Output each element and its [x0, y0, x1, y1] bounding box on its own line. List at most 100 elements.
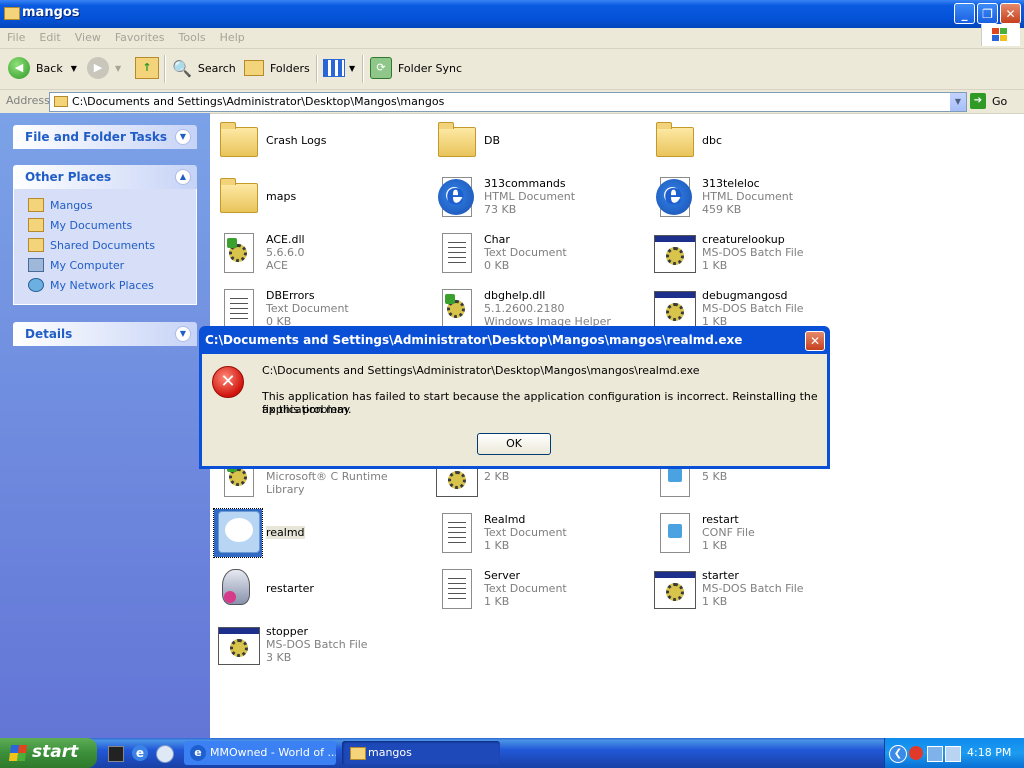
- place-my-network-places[interactable]: My Network Places: [28, 277, 154, 293]
- file-size: 1 KB: [702, 539, 728, 552]
- file-type: Text Document: [266, 302, 349, 315]
- file-item[interactable]: Realmd Text Document 1 KB: [432, 509, 642, 565]
- address-input[interactable]: C:\Documents and Settings\Administrator\…: [49, 92, 967, 112]
- go-button[interactable]: ➔ Go: [970, 92, 1020, 110]
- file-name: DB: [484, 134, 501, 147]
- file-item[interactable]: 313commandsHTML Document73 KB: [432, 173, 642, 229]
- file-and-folder-tasks-header[interactable]: File and Folder Tasks ▼: [13, 125, 197, 149]
- file-item[interactable]: starter MS-DOS Batch File 1 KB: [650, 565, 860, 621]
- file-item[interactable]: restarter: [214, 565, 424, 621]
- clock[interactable]: 4:18 PM: [967, 746, 1011, 759]
- ok-button[interactable]: OK: [477, 433, 551, 455]
- chevron-down-icon[interactable]: ▼: [175, 326, 191, 342]
- chevron-up-icon[interactable]: ▲: [175, 169, 191, 185]
- menu-view[interactable]: View: [68, 28, 108, 44]
- quick-launch-ie-icon[interactable]: e: [132, 745, 148, 761]
- file-type: CONF File: [702, 526, 755, 539]
- up-folder-button[interactable]: ↑: [135, 57, 159, 79]
- file-size: 2 KB: [484, 470, 510, 483]
- network-places-icon: [28, 278, 44, 292]
- place-mangos[interactable]: Mangos: [28, 197, 93, 213]
- quick-launch-media-icon[interactable]: [108, 746, 124, 762]
- views-button[interactable]: ▼: [323, 57, 355, 79]
- dialog-close-button[interactable]: ✕: [805, 331, 825, 351]
- file-type: Text Document: [484, 582, 567, 595]
- file-type: MS-DOS Batch File: [702, 302, 804, 315]
- menu-help[interactable]: Help: [213, 28, 252, 44]
- file-name: debugmangosd: [702, 289, 788, 302]
- realmd-app-icon: [213, 508, 263, 558]
- restore-button[interactable]: ❐: [977, 3, 998, 24]
- window-title-bar[interactable]: mangos _ ❐ ✕: [0, 0, 1024, 28]
- file-item[interactable]: 313telelocHTML Document459 KB: [650, 173, 860, 229]
- close-button[interactable]: ✕: [1000, 3, 1021, 24]
- views-icon: [323, 59, 345, 77]
- file-type: MS-DOS Batch File: [702, 246, 804, 259]
- conf-file-icon: [650, 509, 698, 557]
- windows-logo-icon: [981, 24, 1020, 46]
- file-name: stopper: [266, 625, 309, 638]
- place-shared-documents[interactable]: Shared Documents: [28, 237, 155, 253]
- file-item[interactable]: maps: [214, 173, 424, 229]
- dropdown-arrow-icon: ▼: [115, 63, 122, 73]
- file-name: dbc: [702, 134, 723, 147]
- dropdown-arrow-icon[interactable]: ▼: [71, 64, 77, 73]
- file-item[interactable]: DB: [432, 117, 642, 173]
- forward-button[interactable]: ▶ ▼: [87, 57, 121, 79]
- file-item[interactable]: realmd: [213, 508, 424, 565]
- taskbar-button-mmowned[interactable]: e MMOwned - World of ...: [184, 741, 336, 765]
- file-item[interactable]: ACE.dll 5.6.6.0 ACE: [214, 229, 424, 285]
- task-pane: File and Folder Tasks ▼ Other Places ▲ M…: [0, 113, 210, 738]
- chevron-down-icon[interactable]: ▼: [175, 129, 191, 145]
- menu-edit[interactable]: Edit: [32, 28, 67, 44]
- file-size: 459 KB: [702, 203, 742, 216]
- details-header[interactable]: Details ▼: [13, 322, 197, 346]
- window-title: mangos: [22, 5, 80, 20]
- address-dropdown-button[interactable]: ▼: [950, 93, 966, 111]
- file-type: 5.6.6.0: [266, 246, 305, 259]
- folders-icon: [244, 60, 264, 76]
- go-arrow-icon: ➔: [970, 93, 986, 109]
- file-item[interactable]: creaturelookup MS-DOS Batch File 1 KB: [650, 229, 860, 285]
- security-alert-icon[interactable]: [909, 746, 923, 760]
- minimize-button[interactable]: _: [954, 3, 975, 24]
- file-item[interactable]: dbc: [650, 117, 860, 173]
- place-my-documents[interactable]: My Documents: [28, 217, 132, 233]
- file-type: HTML Document: [484, 190, 576, 203]
- quick-launch-wmp-icon[interactable]: [156, 745, 174, 763]
- error-icon: ✕: [212, 366, 244, 398]
- folders-button[interactable]: Folders: [244, 57, 310, 79]
- ie-document-icon: [650, 173, 698, 221]
- file-item[interactable]: Char Text Document 0 KB: [432, 229, 642, 285]
- file-name: Crash Logs: [266, 134, 327, 147]
- other-places-header[interactable]: Other Places ▲: [13, 165, 197, 189]
- text-document-icon: [432, 509, 480, 557]
- file-item[interactable]: Server Text Document 1 KB: [432, 565, 642, 621]
- folder-sync-button[interactable]: ⟳ Folder Sync: [370, 57, 462, 79]
- file-size: 0 KB: [484, 259, 510, 272]
- folder-icon: [214, 173, 262, 221]
- menu-file[interactable]: File: [0, 28, 32, 44]
- file-size: 5 KB: [702, 470, 728, 483]
- file-type: MS-DOS Batch File: [266, 638, 368, 651]
- start-button[interactable]: start: [0, 738, 97, 768]
- file-item[interactable]: Crash Logs: [214, 117, 424, 173]
- place-my-computer[interactable]: My Computer: [28, 257, 124, 273]
- file-name: realmd: [266, 526, 305, 539]
- file-item[interactable]: restart CONF File 1 KB: [650, 509, 860, 565]
- menu-favorites[interactable]: Favorites: [108, 28, 172, 44]
- taskbar-button-mangos[interactable]: mangos: [342, 741, 500, 765]
- search-button[interactable]: 🔍 Search: [172, 57, 236, 79]
- menu-bar: File Edit View Favorites Tools Help: [0, 28, 1024, 49]
- back-button[interactable]: ◀ Back ▼: [8, 57, 77, 79]
- menu-tools[interactable]: Tools: [172, 28, 213, 44]
- file-type: HTML Document: [702, 190, 794, 203]
- file-type: 5.1.2600.2180: [484, 302, 565, 315]
- volume-icon[interactable]: [945, 746, 961, 762]
- tray-collapse-icon[interactable]: ❮: [889, 745, 907, 763]
- file-item[interactable]: stopper MS-DOS Batch File 3 KB: [214, 621, 424, 677]
- folder-icon: [650, 117, 698, 165]
- error-dialog: C:\Documents and Settings\Administrator\…: [199, 326, 830, 469]
- folder-icon: [214, 117, 262, 165]
- network-icon[interactable]: [927, 746, 943, 762]
